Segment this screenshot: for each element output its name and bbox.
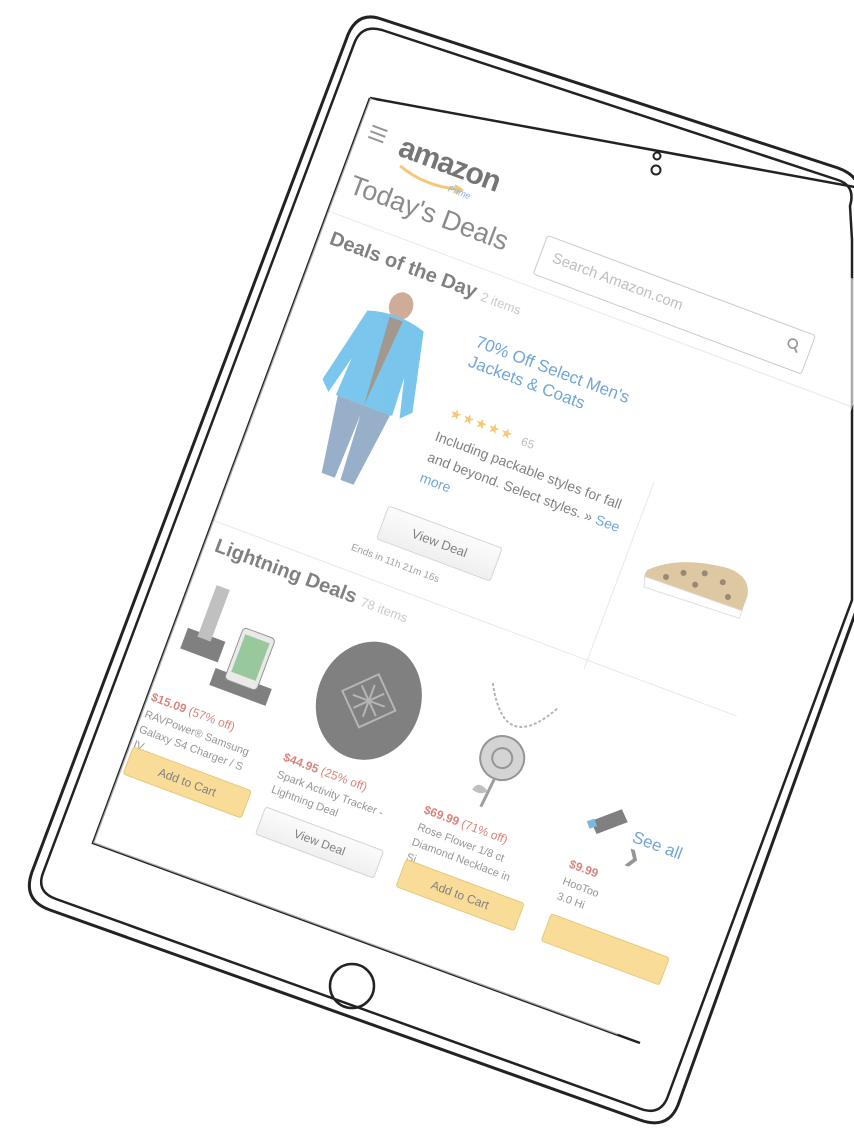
see-more-prefix: » bbox=[582, 507, 596, 525]
add-to-cart-button[interactable] bbox=[540, 913, 670, 986]
search-input[interactable]: Search Amazon.com bbox=[532, 234, 817, 375]
hamburger-menu-icon[interactable] bbox=[367, 124, 388, 147]
spark-tracker-product-image[interactable] bbox=[290, 619, 448, 783]
item-count: 2 items bbox=[478, 288, 524, 318]
view-deal-button[interactable]: View Deal bbox=[375, 505, 503, 582]
shoe-product-image[interactable] bbox=[634, 526, 762, 630]
item-name-link[interactable]: HooToo 3.0 Hi bbox=[555, 874, 604, 918]
search-icon[interactable] bbox=[784, 336, 802, 354]
search-placeholder: Search Amazon.com bbox=[549, 249, 686, 315]
rose-necklace-product-image[interactable] bbox=[430, 671, 579, 831]
rating-count[interactable]: 65 bbox=[519, 434, 536, 452]
item-count: 78 items bbox=[358, 594, 410, 626]
